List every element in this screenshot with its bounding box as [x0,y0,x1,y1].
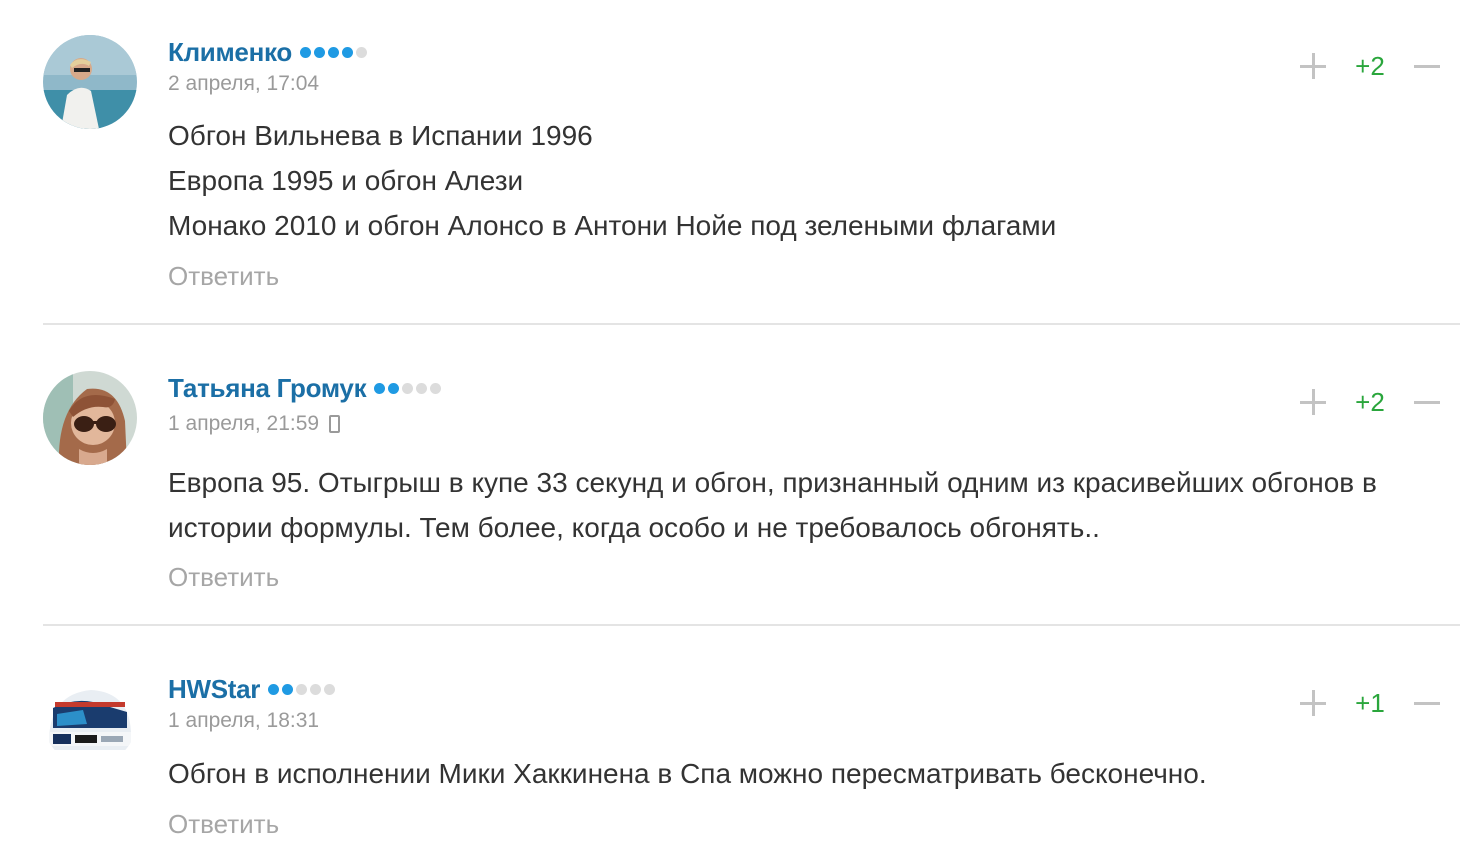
plus-icon[interactable] [1298,688,1328,718]
vote-score: +2 [1355,386,1385,417]
plus-icon[interactable] [1298,51,1328,81]
reply-button[interactable]: Ответить [168,809,279,840]
divider [43,624,1460,626]
reply-button[interactable]: Ответить [168,562,279,593]
rank-dot [313,46,325,58]
rank-dot [374,382,386,394]
minus-icon[interactable] [1412,387,1442,417]
rank-dot [355,46,367,58]
avatar-image [43,672,137,766]
author-line: Клименко [168,36,367,68]
vote-score: +2 [1355,50,1385,81]
vote-controls: +2 [1298,385,1442,419]
rank-dot [299,46,311,58]
avatar-image [43,371,137,465]
minus-icon[interactable] [1412,51,1442,81]
rank-indicator [299,46,367,58]
comment-text: Европа 95. Отыгрыш в купе 33 секунд и об… [168,460,1448,550]
author-line: Татьяна Громук [168,372,442,404]
avatar[interactable] [43,672,137,766]
author-name[interactable]: Клименко [168,37,292,68]
minus-icon[interactable] [1412,688,1442,718]
vote-controls: +1 [1298,686,1442,720]
plus-icon[interactable] [1298,387,1328,417]
comment-line: Европа 95. Отыгрыш в купе 33 секунд и об… [168,467,1377,543]
comment-date: 1 апреля, 21:59 [168,411,341,437]
date-text: 1 апреля, 21:59 [168,412,320,435]
avatar-image [43,35,137,129]
date-text: 2 апреля, 17:04 [168,72,320,95]
rank-dot [310,683,322,695]
rank-dot [324,683,336,695]
vote-score: +1 [1355,687,1385,718]
author-line: HWStar [168,673,336,705]
comment-date: 2 апреля, 17:04 [168,71,319,97]
avatar[interactable] [43,371,137,465]
rank-dot [402,382,414,394]
date-text: 1 апреля, 18:31 [168,709,320,732]
rank-dot [268,683,280,695]
comment-text: Обгон Вильнева в Испании 1996 Европа 199… [168,113,1448,248]
rank-dot [327,46,339,58]
author-name[interactable]: Татьяна Громук [168,373,367,404]
vote-controls: +2 [1298,49,1442,83]
reply-button[interactable]: Ответить [168,261,279,292]
rank-indicator [268,683,336,695]
comment-line: Европа 1995 и обгон Алези [168,165,524,196]
rank-dot [341,46,353,58]
phone-icon [329,415,341,433]
comment-date: 1 апреля, 18:31 [168,708,319,734]
rank-dot [430,382,442,394]
avatar[interactable] [43,35,137,129]
author-name[interactable]: HWStar [168,674,260,705]
rank-dot [416,382,428,394]
rank-dot [296,683,308,695]
rank-dot [282,683,294,695]
comment-line: Монако 2010 и обгон Алонсо в Антони Нойе… [168,210,1057,241]
comments-list: Клименко 2 апреля, 17:04 Обгон Вильнева … [0,0,1460,848]
comment-line: Обгон Вильнева в Испании 1996 [168,120,593,151]
rank-dot [388,382,400,394]
comment-text: Обгон в исполнении Мики Хаккинена в Спа … [168,751,1448,796]
comment-line: Обгон в исполнении Мики Хаккинена в Спа … [168,758,1207,789]
rank-indicator [374,382,442,394]
divider [43,323,1460,325]
